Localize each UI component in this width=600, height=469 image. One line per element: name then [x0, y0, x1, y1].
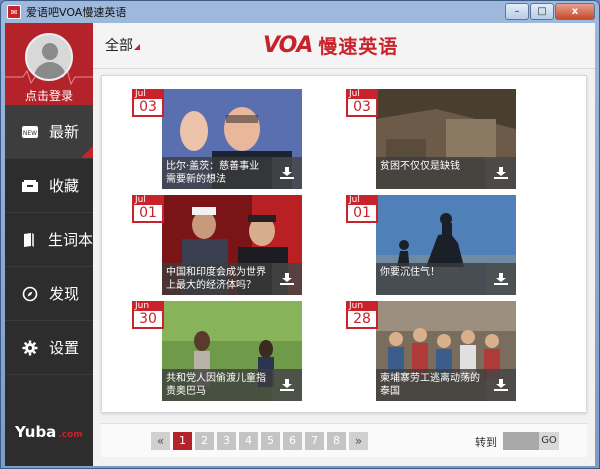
page-button[interactable]: 8	[327, 432, 346, 450]
sidebar-item-settings[interactable]: 设置	[5, 321, 93, 375]
page-button[interactable]: 5	[261, 432, 280, 450]
page-button[interactable]: 4	[239, 432, 258, 450]
article-title: 中国和印度会成为世界上最大的经济体吗？	[162, 263, 272, 295]
maximize-button[interactable]: □	[530, 3, 554, 20]
sidebar-item-label: 最新	[49, 123, 80, 141]
brand-name: 慢速英语	[318, 36, 399, 58]
sidebar-item-label: 收藏	[49, 177, 80, 195]
sidebar-item-favorites[interactable]: 收藏	[5, 159, 93, 213]
date-badge: Jun 28	[346, 301, 378, 329]
app-window: ✉ 爱语吧VOA慢速英语 – □ x 点击登录 NEW 最新 收藏 生词本 发现…	[0, 0, 600, 469]
download-icon[interactable]	[272, 157, 302, 189]
article-card[interactable]: 你要沉住气！ Jul 01	[346, 195, 516, 295]
go-button[interactable]: GO	[539, 432, 559, 450]
window-title: 爱语吧VOA慢速英语	[26, 6, 127, 19]
article-title: 你要沉住气！	[376, 263, 486, 295]
page-button[interactable]: 1	[173, 432, 192, 450]
download-icon[interactable]	[486, 263, 516, 295]
prev-page-button[interactable]: «	[151, 432, 170, 450]
yuba-logo: Yuba .com	[15, 423, 83, 441]
date-day: 28	[346, 311, 378, 329]
date-badge: Jul 03	[346, 89, 378, 117]
date-month: Jul	[346, 89, 378, 99]
page-button[interactable]: 2	[195, 432, 214, 450]
page-button[interactable]: 6	[283, 432, 302, 450]
date-day: 30	[132, 311, 164, 329]
download-icon[interactable]	[272, 263, 302, 295]
category-filter[interactable]: 全部	[105, 35, 140, 55]
date-day: 03	[346, 99, 378, 117]
article-title: 柬埔寨劳工逃离动荡的泰国	[376, 369, 486, 401]
article-card[interactable]: 贫困不仅仅是缺钱 Jul 03	[346, 89, 516, 189]
article-card[interactable]: 中国和印度会成为世界上最大的经济体吗？ Jul 01	[132, 195, 302, 295]
minimize-button[interactable]: –	[505, 3, 529, 20]
date-badge: Jul 03	[132, 89, 164, 117]
svg-text:NEW: NEW	[23, 130, 37, 137]
app-icon: ✉	[7, 5, 21, 19]
voa-logo: VOA	[263, 33, 313, 58]
date-month: Jul	[132, 89, 164, 99]
category-filter-label: 全部	[105, 38, 133, 54]
date-month: Jun	[346, 301, 378, 311]
date-badge: Jun 30	[132, 301, 164, 329]
article-title: 共和党人因偷渡儿童指责奥巴马	[162, 369, 272, 401]
avatar[interactable]	[25, 33, 73, 81]
article-grid: 比尔·盖茨：慈善事业需要新的想法 Jul 03 贫困不仅仅是缺钱 Jul 03 …	[101, 75, 587, 413]
article-title: 贫困不仅仅是缺钱	[376, 157, 486, 189]
gear-icon	[19, 340, 41, 356]
goto-page-input[interactable]	[503, 432, 539, 450]
goto-label: 转到	[475, 436, 497, 449]
date-month: Jul	[132, 195, 164, 205]
date-badge: Jul 01	[346, 195, 378, 223]
close-button[interactable]: x	[555, 3, 595, 20]
login-link[interactable]: 点击登录	[5, 87, 93, 104]
yuba-logo-suffix: .com	[58, 430, 83, 440]
article-card[interactable]: 共和党人因偷渡儿童指责奥巴马 Jun 30	[132, 301, 302, 401]
date-day: 01	[132, 205, 164, 223]
app-client: 点击登录 NEW 最新 收藏 生词本 发现 设置 Yuba .com 全部 VO…	[5, 23, 595, 466]
sidebar-item-label: 生词本	[47, 231, 93, 249]
profile-panel[interactable]: 点击登录	[5, 23, 93, 105]
sidebar-item-discover[interactable]: 发现	[5, 267, 93, 321]
date-badge: Jul 01	[132, 195, 164, 223]
sidebar-item-vocabulary[interactable]: 生词本	[5, 213, 93, 267]
compass-icon	[19, 286, 41, 302]
avatar-head	[42, 43, 58, 60]
dropdown-corner-icon	[134, 44, 140, 50]
window-controls: – □ x	[504, 3, 595, 20]
next-page-button[interactable]: »	[349, 432, 368, 450]
date-day: 03	[132, 99, 164, 117]
date-month: Jul	[346, 195, 378, 205]
download-icon[interactable]	[486, 369, 516, 401]
article-card[interactable]: 柬埔寨劳工逃离动荡的泰国 Jun 28	[346, 301, 516, 401]
page-button[interactable]: 7	[305, 432, 324, 450]
page-button[interactable]: 3	[217, 432, 236, 450]
sidebar-item-latest[interactable]: NEW 最新	[5, 105, 93, 159]
article-card[interactable]: 比尔·盖茨：慈善事业需要新的想法 Jul 03	[132, 89, 302, 189]
date-month: Jun	[132, 301, 164, 311]
voa-brand: VOA 慢速英语	[263, 32, 398, 59]
header: 全部 VOA 慢速英语	[93, 23, 595, 69]
article-title: 比尔·盖茨：慈善事业需要新的想法	[162, 157, 272, 189]
download-icon[interactable]	[272, 369, 302, 401]
book-icon	[19, 232, 40, 248]
yuba-logo-text: Yuba	[15, 423, 57, 441]
sidebar-item-label: 发现	[49, 285, 80, 303]
avatar-body	[34, 62, 66, 79]
date-day: 01	[346, 205, 378, 223]
sidebar-item-label: 设置	[49, 339, 80, 357]
pagination: « 1 2 3 4 5 6 7 8 » 转到 GO	[101, 423, 587, 457]
inbox-icon	[19, 179, 41, 193]
download-icon[interactable]	[486, 157, 516, 189]
title-bar: ✉ 爱语吧VOA慢速英语 – □ x	[1, 1, 599, 23]
sidebar: 点击登录 NEW 最新 收藏 生词本 发现 设置 Yuba .com	[5, 23, 93, 466]
news-icon: NEW	[19, 125, 41, 139]
active-indicator	[81, 146, 93, 158]
